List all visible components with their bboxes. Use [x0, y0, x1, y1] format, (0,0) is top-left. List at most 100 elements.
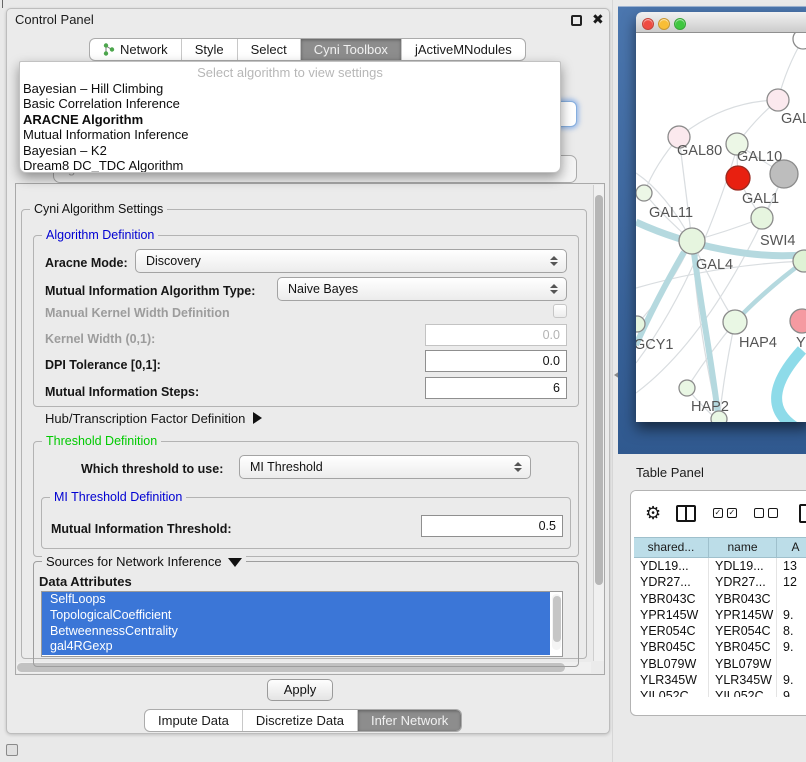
data-attributes-list[interactable]: SelfLoopsTopologicalCoefficientBetweenne…	[41, 591, 563, 657]
table-cell: YBL079W	[709, 656, 777, 672]
columns-icon[interactable]	[676, 505, 696, 522]
label-gal11: GAL11	[649, 205, 693, 221]
algorithm-popup-item[interactable]: Mutual Information Inference	[20, 127, 560, 142]
table-row[interactable]: YIL052CYIL052C9	[634, 688, 806, 697]
network-window-titlebar[interactable]	[636, 12, 806, 33]
tab-select[interactable]: Select	[237, 39, 300, 60]
top-left-tick	[2, 0, 3, 8]
table-row[interactable]: YLR345WYLR345W9.	[634, 672, 806, 688]
node-gal-partial[interactable]	[767, 89, 789, 111]
mi-type-combobox[interactable]: Naive Bayes	[277, 277, 567, 301]
table-row[interactable]: YDR27...YDR27...12	[634, 574, 806, 590]
list-scrollbar[interactable]	[552, 594, 561, 650]
tab-cyni-toolbox[interactable]: Cyni Toolbox	[300, 39, 401, 60]
network-thick-edges	[636, 222, 806, 422]
table-row[interactable]: YPR145WYPR145W9.	[634, 607, 806, 623]
deselect-all-icon[interactable]	[754, 508, 778, 518]
tab-impute-data[interactable]: Impute Data	[145, 710, 242, 731]
table-column-header[interactable]: shared...	[634, 538, 709, 557]
node-hap4[interactable]	[723, 310, 747, 334]
sources-title-row[interactable]: Sources for Network Inference	[42, 554, 246, 569]
network-nodes[interactable]	[636, 33, 806, 422]
settings-vertical-thumb[interactable]	[595, 195, 603, 585]
control-panel-tabbar: Network Style Select Cyni Toolbox jActiv…	[89, 38, 526, 61]
tab-network[interactable]: Network	[90, 39, 181, 60]
sources-title: Sources for Network Inference	[46, 554, 222, 569]
node-hap2[interactable]	[679, 380, 695, 396]
node-gal4[interactable]	[679, 228, 705, 254]
table-cell: 9.	[777, 607, 806, 623]
table-cell: 12	[777, 574, 806, 590]
network-graph: GAL GAL80 GAL10 GAL11 GAL1 SWI4 GAL4 GCY…	[636, 33, 806, 422]
table-column-header[interactable]: name	[709, 538, 777, 557]
close-window-icon[interactable]	[642, 18, 654, 30]
algorithm-popup-item[interactable]: Bayesian – Hill Climbing	[20, 81, 560, 96]
table-toolbar: ⚙ ✓✓	[631, 491, 806, 535]
table-row[interactable]: YER054CYER054C8.	[634, 623, 806, 639]
apply-button[interactable]: Apply	[267, 679, 333, 701]
label-gal1: GAL1	[742, 191, 779, 207]
algorithm-dropdown-popup: Select algorithm to view settings Bayesi…	[19, 61, 561, 173]
mi-threshold-field[interactable]: 0.5	[421, 515, 563, 537]
collapsed-panel-icon[interactable]	[6, 744, 18, 756]
node-y-partial[interactable]	[790, 309, 806, 333]
algorithm-popup-item[interactable]: Dream8 DC_TDC Algorithm	[20, 158, 560, 173]
settings-vertical-scrollbar[interactable]	[593, 185, 604, 661]
gear-icon[interactable]: ⚙	[645, 503, 661, 524]
table-row[interactable]: YBR045CYBR045C9.	[634, 639, 806, 655]
label-hap4: HAP4	[739, 335, 777, 351]
mi-type-label: Mutual Information Algorithm Type:	[45, 284, 255, 298]
algorithm-popup-item[interactable]: Basic Correlation Inference	[20, 96, 560, 111]
tab-jactivemnodules[interactable]: jActiveMNodules	[401, 39, 525, 60]
node-gal1[interactable]	[751, 207, 773, 229]
collapse-arrow-icon	[228, 558, 242, 567]
node-red-selected[interactable]	[726, 166, 750, 190]
aracne-mode-combobox[interactable]: Discovery	[135, 249, 567, 273]
tab-style[interactable]: Style	[181, 39, 237, 60]
network-canvas[interactable]: GAL GAL80 GAL10 GAL11 GAL1 SWI4 GAL4 GCY…	[636, 33, 806, 422]
algorithm-popup-prompt: Select algorithm to view settings	[20, 62, 560, 81]
manual-kernel-checkbox[interactable]	[553, 304, 567, 318]
table-cell: YBR045C	[709, 639, 777, 655]
export-table-icon[interactable]	[799, 504, 806, 523]
mi-steps-field[interactable]: 6	[425, 377, 567, 399]
float-panel-icon[interactable]	[571, 15, 582, 26]
expander-arrow-icon	[253, 412, 262, 424]
select-all-icon[interactable]: ✓✓	[713, 508, 737, 518]
hub-definition-expander[interactable]: Hub/Transcription Factor Definition	[45, 411, 262, 426]
table-cell: YLR345W	[709, 672, 777, 688]
tab-discretize-data[interactable]: Discretize Data	[242, 710, 357, 731]
table-cell: YPR145W	[709, 607, 777, 623]
table-cell: 9	[777, 688, 806, 697]
data-attributes-items: SelfLoopsTopologicalCoefficientBetweenne…	[42, 592, 562, 655]
data-attribute-item[interactable]: BetweennessCentrality	[42, 624, 550, 640]
kernel-width-field[interactable]: 0.0	[425, 324, 567, 346]
close-panel-icon[interactable]: ✖	[592, 11, 604, 28]
node-gal11[interactable]	[636, 185, 652, 201]
table-row[interactable]: YBL079WYBL079W	[634, 656, 806, 672]
label-gcy1: GCY1	[636, 337, 674, 353]
data-attribute-item[interactable]: TopologicalCoefficient	[42, 608, 550, 624]
algorithm-popup-item[interactable]: Bayesian – K2	[20, 143, 560, 158]
label-gal4: GAL4	[696, 257, 733, 273]
table-column-header[interactable]: A	[777, 538, 806, 557]
list-scrollbar-thumb[interactable]	[553, 596, 561, 642]
label-hap2: HAP2	[691, 399, 729, 415]
dpi-tolerance-label: DPI Tolerance [0,1]:	[45, 358, 161, 372]
minimize-window-icon[interactable]	[658, 18, 670, 30]
threshold-definition-title: Threshold Definition	[42, 434, 161, 448]
table-row[interactable]: YDL19...YDL19...13	[634, 558, 806, 574]
table-cell: YLR345W	[634, 672, 709, 688]
zoom-window-icon[interactable]	[674, 18, 686, 30]
node-partial-top[interactable]	[793, 33, 806, 49]
data-attributes-label: Data Attributes	[39, 574, 132, 589]
tab-infer-network[interactable]: Infer Network	[357, 710, 461, 731]
dpi-tolerance-field[interactable]: 0.0	[425, 350, 567, 372]
label-y-partial: Y	[796, 335, 806, 351]
data-attribute-item[interactable]: SelfLoops	[42, 592, 550, 608]
algorithm-popup-item[interactable]: ARACNE Algorithm	[20, 112, 560, 127]
table-cell: YBL079W	[634, 656, 709, 672]
table-row[interactable]: YBR043CYBR043C	[634, 591, 806, 607]
which-threshold-combobox[interactable]: MI Threshold	[239, 455, 531, 479]
data-attribute-item[interactable]: gal4RGexp	[42, 639, 550, 655]
